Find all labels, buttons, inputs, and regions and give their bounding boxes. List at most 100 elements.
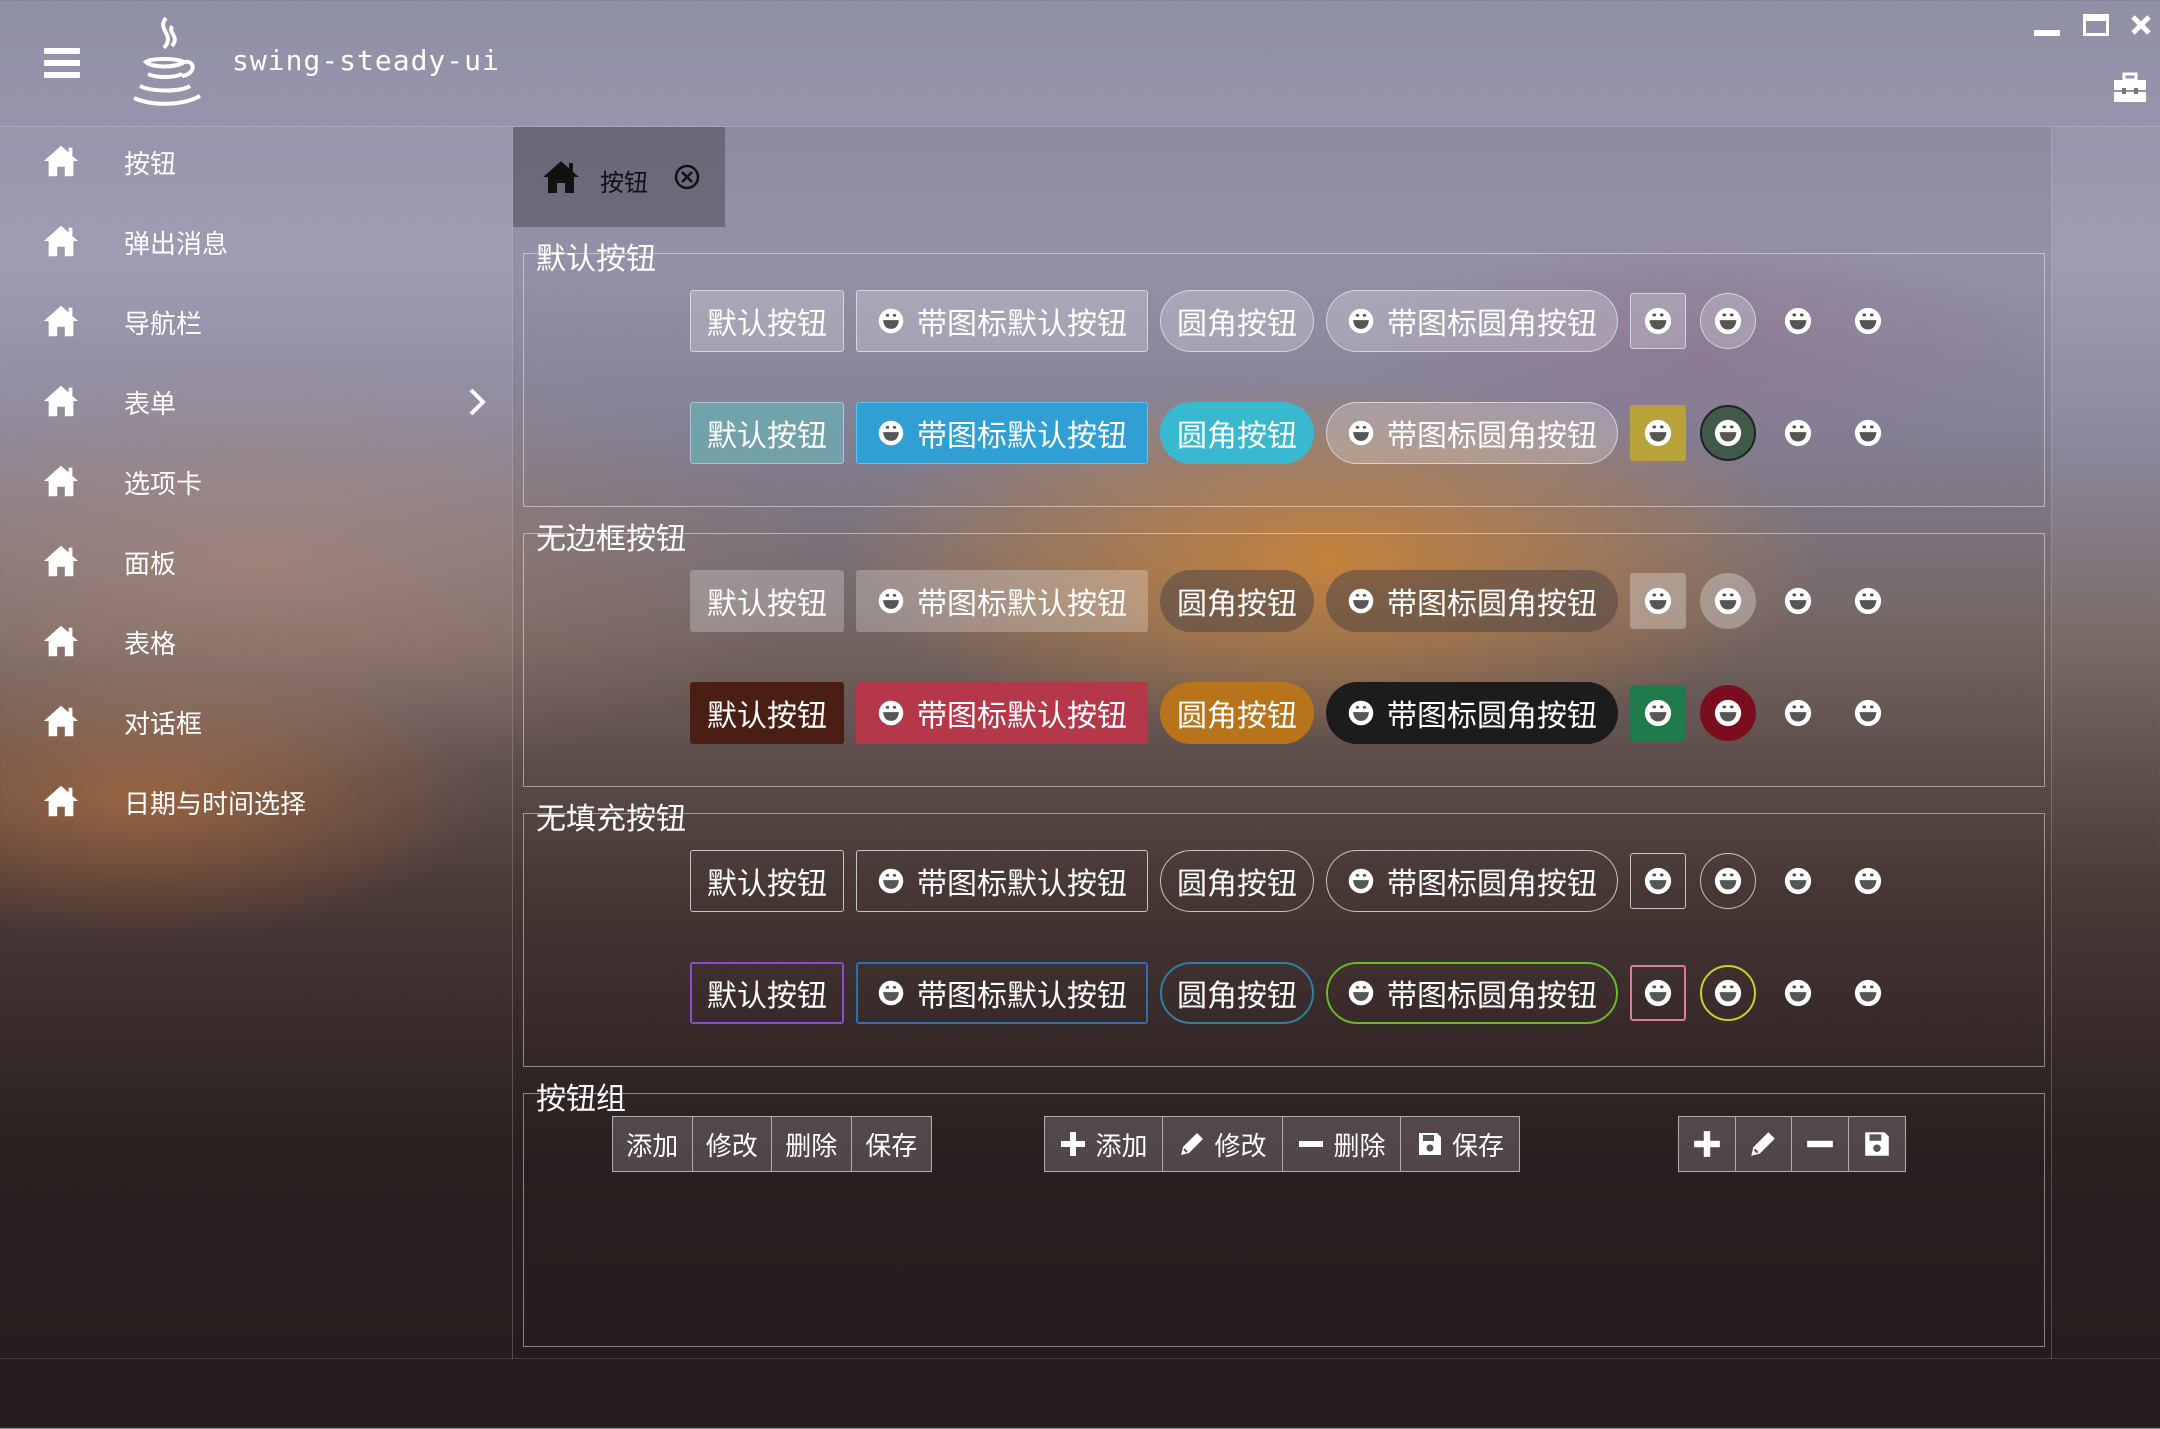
icon-circle-button-dark[interactable] xyxy=(1700,405,1756,461)
smile-icon xyxy=(1347,587,1375,615)
sidebar-item-label: 表格 xyxy=(124,629,177,660)
section-button-groups: 按钮组 添加 修改 删除 保存 添加 修改 删除 保存 xyxy=(523,1082,2045,1347)
default-button-info[interactable]: 默认按钮 xyxy=(690,402,844,464)
toolbox-icon[interactable] xyxy=(2112,72,2148,104)
minus-icon xyxy=(1805,1129,1835,1159)
icon-plain-button[interactable] xyxy=(1840,573,1896,629)
icon-round-button-green[interactable]: 带图标圆角按钮 xyxy=(1326,962,1618,1024)
icon-plain-button[interactable] xyxy=(1840,405,1896,461)
smile-icon xyxy=(1347,699,1375,727)
icon-plain-button[interactable] xyxy=(1840,853,1896,909)
section-borderless-buttons: 无边框按钮 默认按钮 带图标默认按钮 圆角按钮 带图标圆角按钮 默认按钮 带图标… xyxy=(523,522,2045,787)
icon-default-button[interactable]: 带图标默认按钮 xyxy=(856,570,1148,632)
icon-plain-button[interactable] xyxy=(1840,685,1896,741)
delete-button[interactable]: 删除 xyxy=(1283,1117,1401,1171)
default-button-dark[interactable]: 默认按钮 xyxy=(690,682,844,744)
icon-round-button[interactable]: 带图标圆角按钮 xyxy=(1326,850,1618,912)
chevron-right-icon[interactable] xyxy=(468,387,486,417)
icon-plain-button[interactable] xyxy=(1770,405,1826,461)
sidebar-item-panel[interactable]: 面板 xyxy=(0,527,510,597)
sidebar: 按钮 弹出消息 导航栏 表单 选项卡 面板 表格 对话框 日期与时间选择 xyxy=(0,127,510,1357)
icon-square-button-success[interactable] xyxy=(1630,685,1686,741)
sidebar-item-label: 选项卡 xyxy=(124,469,203,500)
icon-default-button-danger[interactable]: 带图标默认按钮 xyxy=(856,682,1148,744)
minimize-icon[interactable] xyxy=(2034,30,2060,36)
icon-circle-button-danger[interactable] xyxy=(1700,685,1756,741)
round-button[interactable]: 圆角按钮 xyxy=(1160,850,1314,912)
icon-square-button-pink[interactable] xyxy=(1630,965,1686,1021)
edit-button[interactable]: 修改 xyxy=(693,1117,772,1171)
sidebar-item-button[interactable]: 按钮 xyxy=(0,127,510,197)
sidebar-item-form[interactable]: 表单 xyxy=(0,367,510,437)
round-button[interactable]: 圆角按钮 xyxy=(1160,290,1314,352)
icon-default-button-primary[interactable]: 带图标默认按钮 xyxy=(856,402,1148,464)
sidebar-item-label: 日期与时间选择 xyxy=(124,789,307,820)
add-button[interactable]: 添加 xyxy=(1045,1117,1163,1171)
edit-icon-button[interactable] xyxy=(1736,1117,1792,1171)
icon-plain-button[interactable] xyxy=(1770,853,1826,909)
pencil-icon xyxy=(1178,1130,1206,1158)
maximize-icon[interactable] xyxy=(2083,14,2109,36)
edit-button[interactable]: 修改 xyxy=(1163,1117,1283,1171)
app-title: swing-steady-ui xyxy=(232,44,500,77)
icon-round-button[interactable]: 带图标圆角按钮 xyxy=(1326,402,1618,464)
close-icon[interactable] xyxy=(2130,14,2152,36)
icon-default-button[interactable]: 带图标默认按钮 xyxy=(856,290,1148,352)
home-icon xyxy=(42,383,80,419)
pencil-icon xyxy=(1748,1129,1778,1159)
save-button[interactable]: 保存 xyxy=(852,1117,932,1171)
smile-icon xyxy=(1347,979,1375,1007)
smile-icon xyxy=(877,307,905,335)
sidebar-item-navbar[interactable]: 导航栏 xyxy=(0,287,510,357)
hamburger-menu-icon[interactable] xyxy=(44,48,80,78)
icon-plain-button[interactable] xyxy=(1840,293,1896,349)
smile-icon xyxy=(877,867,905,895)
save-icon xyxy=(1416,1130,1444,1158)
icon-square-button[interactable] xyxy=(1630,573,1686,629)
home-icon xyxy=(42,623,80,659)
tab-button[interactable]: 按钮 xyxy=(513,127,725,227)
icon-square-button[interactable] xyxy=(1630,853,1686,909)
smile-icon xyxy=(1347,867,1375,895)
icon-plain-button[interactable] xyxy=(1770,573,1826,629)
tab-close-icon[interactable] xyxy=(673,163,701,191)
icon-plain-button[interactable] xyxy=(1770,293,1826,349)
icon-default-button-blue[interactable]: 带图标默认按钮 xyxy=(856,962,1148,1024)
main-content: 按钮 默认按钮 默认按钮 带图标默认按钮 圆角按钮 带图标圆角按钮 默认按钮 带… xyxy=(512,127,2052,1359)
default-button[interactable]: 默认按钮 xyxy=(690,290,844,352)
default-button[interactable]: 默认按钮 xyxy=(690,850,844,912)
sidebar-item-datetime-picker[interactable]: 日期与时间选择 xyxy=(0,767,510,837)
round-button-teal[interactable]: 圆角按钮 xyxy=(1160,962,1314,1024)
icon-plain-button[interactable] xyxy=(1840,965,1896,1021)
icon-square-button[interactable] xyxy=(1630,293,1686,349)
section-title: 无边框按钮 xyxy=(536,522,686,557)
default-button[interactable]: 默认按钮 xyxy=(690,570,844,632)
delete-icon-button[interactable] xyxy=(1792,1117,1849,1171)
sidebar-item-label: 对话框 xyxy=(124,709,203,740)
delete-button[interactable]: 删除 xyxy=(772,1117,852,1171)
icon-round-button[interactable]: 带图标圆角按钮 xyxy=(1326,570,1618,632)
icon-circle-button[interactable] xyxy=(1700,573,1756,629)
sidebar-item-table[interactable]: 表格 xyxy=(0,607,510,677)
icon-round-button[interactable]: 带图标圆角按钮 xyxy=(1326,290,1618,352)
icon-circle-button[interactable] xyxy=(1700,853,1756,909)
add-icon-button[interactable] xyxy=(1679,1117,1736,1171)
icon-square-button-warning[interactable] xyxy=(1630,405,1686,461)
round-button-info[interactable]: 圆角按钮 xyxy=(1160,402,1314,464)
add-button[interactable]: 添加 xyxy=(613,1117,693,1171)
icon-round-button-dark[interactable]: 带图标圆角按钮 xyxy=(1326,682,1618,744)
sidebar-item-dialog[interactable]: 对话框 xyxy=(0,687,510,757)
save-button[interactable]: 保存 xyxy=(1401,1117,1519,1171)
save-icon-button[interactable] xyxy=(1849,1117,1906,1171)
icon-circle-button-yellow[interactable] xyxy=(1700,965,1756,1021)
icon-plain-button[interactable] xyxy=(1770,965,1826,1021)
icon-circle-button[interactable] xyxy=(1700,293,1756,349)
round-button[interactable]: 圆角按钮 xyxy=(1160,570,1314,632)
section-title: 按钮组 xyxy=(536,1082,626,1117)
round-button-warning[interactable]: 圆角按钮 xyxy=(1160,682,1314,744)
sidebar-item-tabs[interactable]: 选项卡 xyxy=(0,447,510,517)
icon-default-button[interactable]: 带图标默认按钮 xyxy=(856,850,1148,912)
sidebar-item-popup-message[interactable]: 弹出消息 xyxy=(0,207,510,277)
default-button-purple[interactable]: 默认按钮 xyxy=(690,962,844,1024)
icon-plain-button[interactable] xyxy=(1770,685,1826,741)
